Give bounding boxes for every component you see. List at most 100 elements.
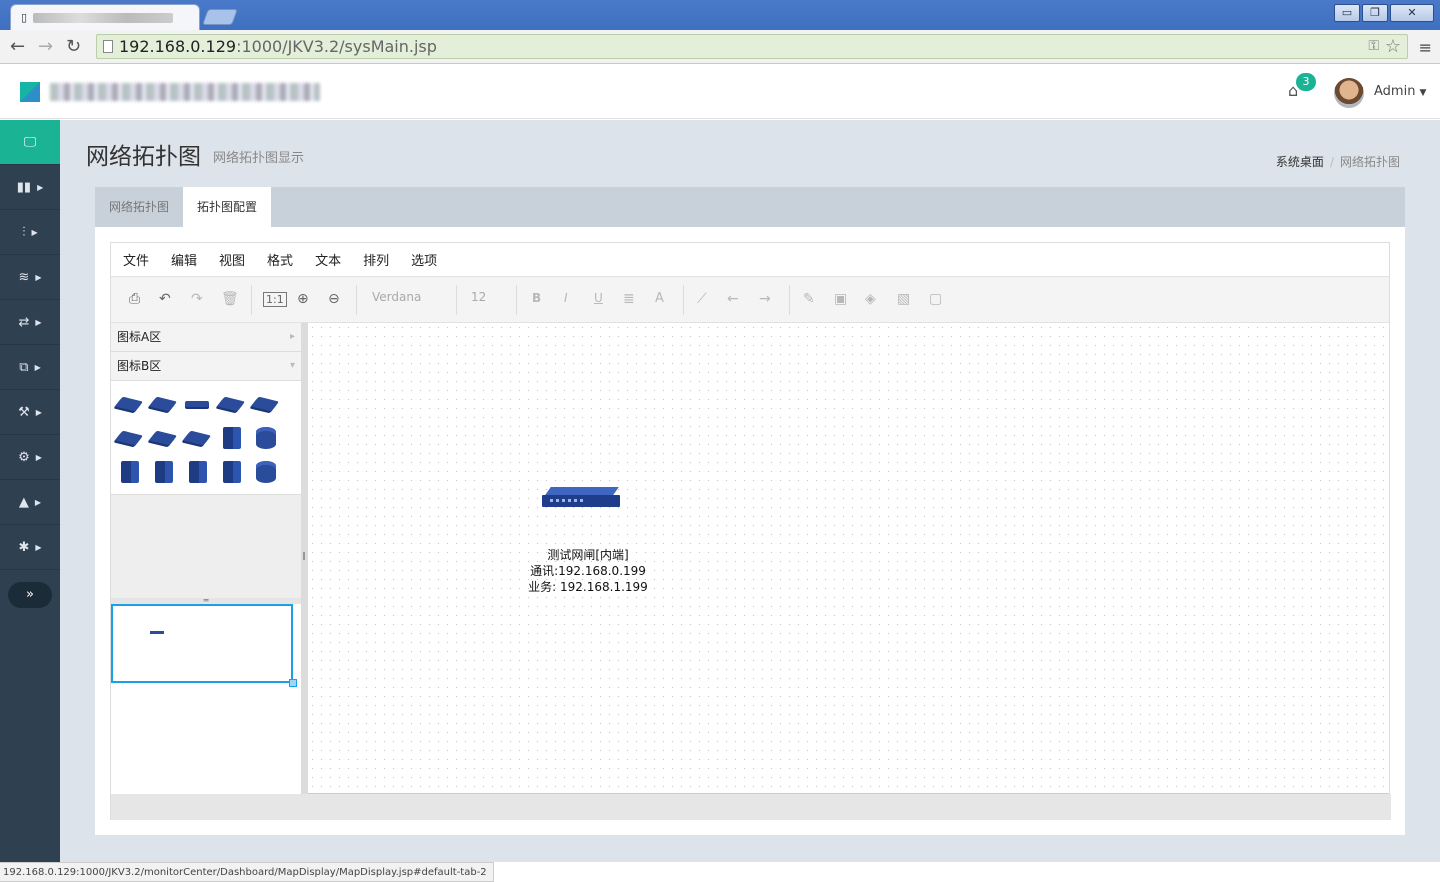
sidebar-item-database[interactable]: ≋ ▶ — [0, 255, 60, 300]
menu-text[interactable]: 文本 — [315, 250, 341, 269]
print-icon[interactable]: ⎙ — [129, 291, 140, 307]
diagram-canvas[interactable]: 测试网闸[内端] 通讯:192.168.0.199 业务: 192.168.1.… — [308, 323, 1389, 794]
bold-icon[interactable]: B — [532, 291, 541, 305]
browser-menu-icon[interactable]: ≡ — [1419, 38, 1432, 57]
back-icon[interactable]: ← — [10, 36, 25, 57]
menu-view[interactable]: 视图 — [219, 250, 245, 269]
sidebar-item-settings[interactable]: ⫶ ▶ — [0, 210, 60, 255]
breadcrumb-home[interactable]: 系统桌面 — [1276, 155, 1324, 169]
warning-icon: ▲ — [18, 494, 29, 510]
image-icon[interactable]: ▣ — [834, 291, 847, 307]
url-host: 192.168.0.129 — [119, 37, 237, 56]
sidebar-item-alarms[interactable]: ▲ ▶ — [0, 480, 60, 525]
device-shape[interactable] — [148, 427, 178, 449]
new-tab-button[interactable] — [202, 9, 238, 25]
palette-empty-area — [111, 495, 301, 600]
arrow-right-icon[interactable]: → — [759, 291, 771, 307]
address-bar[interactable]: 192.168.0.129:1000/JKV3.2/sysMain.jsp ⚿ … — [96, 34, 1408, 59]
actual-size-icon[interactable]: 1:1 — [263, 292, 287, 307]
close-window-button[interactable]: ✕ — [1390, 4, 1434, 22]
undo-icon[interactable]: ↶ — [159, 291, 171, 307]
shadow-icon[interactable]: ▢ — [929, 291, 942, 307]
tab-title-blurred — [33, 12, 174, 23]
browser-status-url: 192.168.0.129:1000/JKV3.2/monitorCenter/… — [0, 862, 494, 882]
menu-arrange[interactable]: 排列 — [363, 250, 389, 269]
delete-icon[interactable]: 🗑 — [221, 291, 239, 307]
menu-options[interactable]: 选项 — [411, 250, 437, 269]
pane-splitter[interactable]: ‖ — [301, 323, 308, 794]
user-name: Admin — [1374, 84, 1416, 99]
connector-icon[interactable]: ⟋ — [697, 291, 707, 307]
font-size-select[interactable]: 12 — [471, 290, 486, 304]
align-icon[interactable]: ≣ — [623, 291, 635, 307]
reload-icon[interactable]: ↻ — [66, 36, 81, 57]
gateway-node[interactable] — [542, 487, 622, 511]
outline-navigator[interactable] — [111, 604, 297, 687]
line-color-icon[interactable]: ✎ — [803, 291, 815, 307]
briefcase-icon: ▮▮ — [16, 179, 32, 195]
device-shape[interactable] — [151, 461, 177, 483]
section-icons-a[interactable]: 图标A区 ▸ — [111, 323, 301, 352]
device-shape[interactable] — [185, 461, 211, 483]
caret-right-icon: ▶ — [34, 497, 42, 507]
device-shape[interactable] — [253, 461, 279, 483]
node-label: 测试网闸[内端] 通讯:192.168.0.199 业务: 192.168.1.… — [513, 547, 663, 595]
device-shape[interactable] — [216, 393, 246, 415]
fill-color-icon[interactable]: ◈ — [865, 291, 876, 307]
caret-right-icon: ▶ — [35, 272, 42, 282]
arrow-left-icon[interactable]: ← — [727, 291, 739, 307]
gradient-icon[interactable]: ▧ — [897, 291, 910, 307]
restore-button[interactable]: ❐ — [1362, 4, 1388, 22]
key-icon[interactable]: ⚿ — [1368, 35, 1379, 58]
menu-format[interactable]: 格式 — [267, 250, 293, 269]
browser-tab[interactable]: ▯ — [10, 4, 200, 30]
sidebar-item-tools[interactable]: ⚒ ▶ — [0, 390, 60, 435]
forward-icon[interactable]: → — [38, 36, 53, 57]
section-label: 图标A区 — [117, 330, 162, 344]
device-shape[interactable] — [219, 461, 245, 483]
tab-topology[interactable]: 网络拓扑图 — [95, 187, 183, 227]
redo-icon[interactable]: ↷ — [191, 291, 203, 307]
sidebar-item-config[interactable]: ⚙ ▶ — [0, 435, 60, 480]
sidebar-item-monitor[interactable]: 🖵 — [0, 120, 60, 165]
section-icons-b[interactable]: 图标B区 ▾ — [111, 352, 301, 381]
notification-badge[interactable]: 3 — [1296, 73, 1316, 91]
section-label: 图标B区 — [117, 359, 162, 373]
device-shape[interactable] — [253, 427, 279, 449]
clipboard-icon: ⧉ — [19, 359, 29, 375]
zoom-out-icon[interactable]: ⊖ — [328, 291, 340, 307]
app-header: ⌂ 3 Admin ▼ — [0, 65, 1440, 119]
device-shape[interactable] — [182, 427, 212, 449]
outline-node — [150, 631, 164, 634]
underline-icon[interactable]: U — [594, 291, 603, 305]
device-shape[interactable] — [219, 427, 245, 449]
device-shape[interactable] — [114, 427, 144, 449]
zoom-in-icon[interactable]: ⊕ — [297, 291, 309, 307]
device-shape[interactable] — [250, 393, 280, 415]
font-family-select[interactable]: Verdana — [372, 290, 421, 304]
menu-file[interactable]: 文件 — [123, 250, 149, 269]
sidebar: 🖵 ▮▮ ▶ ⫶ ▶ ≋ ▶ ⇄ ▶ ⧉ ▶ ⚒ ▶ ⚙ ▶ ▲ ▶ ✱ ▶ » — [0, 120, 60, 862]
outline-resize-handle[interactable] — [289, 679, 297, 687]
page-title: 网络拓扑图 — [86, 144, 201, 170]
tab-topology-config[interactable]: 拓扑图配置 — [183, 187, 272, 227]
device-shape[interactable] — [185, 393, 211, 415]
bookmark-star-icon[interactable]: ☆ — [1385, 35, 1401, 58]
device-shape[interactable] — [148, 393, 178, 415]
menu-edit[interactable]: 编辑 — [171, 250, 197, 269]
sidebar-item-system[interactable]: ✱ ▶ — [0, 525, 60, 570]
minimize-button[interactable]: ▭ — [1334, 4, 1360, 22]
italic-icon[interactable]: I — [564, 291, 568, 305]
sliders-icon: ⫶ — [22, 224, 26, 240]
avatar[interactable] — [1334, 78, 1364, 108]
user-menu[interactable]: Admin ▼ — [1374, 84, 1426, 99]
exchange-icon: ⇄ — [18, 314, 30, 330]
url-path: :1000/JKV3.2/sysMain.jsp — [236, 37, 437, 56]
sidebar-collapse-button[interactable]: » — [8, 582, 52, 608]
sidebar-item-exchange[interactable]: ⇄ ▶ — [0, 300, 60, 345]
device-shape[interactable] — [117, 461, 143, 483]
font-color-icon[interactable]: A — [655, 291, 664, 306]
sidebar-item-assets[interactable]: ▮▮ ▶ — [0, 165, 60, 210]
sidebar-item-clipboard[interactable]: ⧉ ▶ — [0, 345, 60, 390]
device-shape[interactable] — [114, 393, 144, 415]
